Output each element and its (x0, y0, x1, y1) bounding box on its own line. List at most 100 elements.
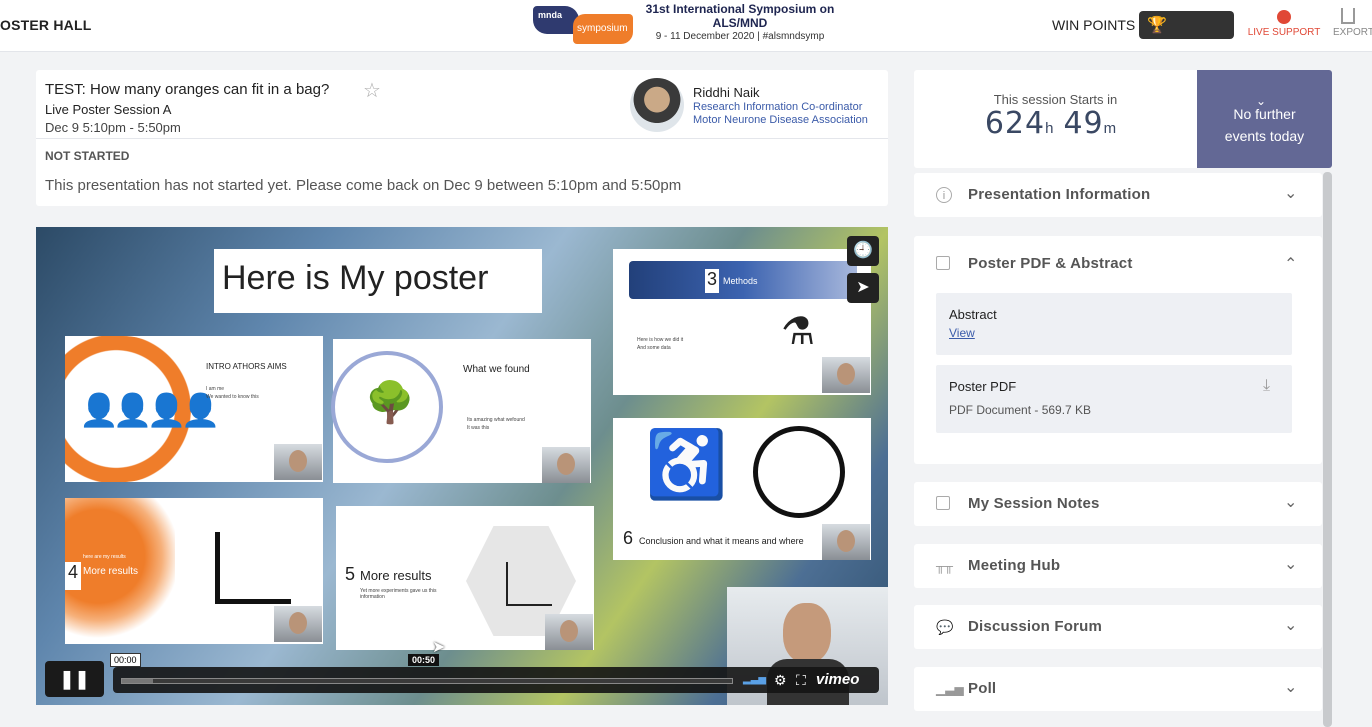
people-icon: 👤👤👤👤 (79, 392, 220, 428)
slide-conclusion-title: Conclusion and what it means and where (639, 536, 804, 546)
chevron-down-icon: ⌄ (1284, 556, 1298, 573)
slide-camera (274, 606, 322, 642)
chevron-up-icon: ⌃ (1284, 256, 1298, 273)
speaker-role-line-1: Research Information Co-ordinator (693, 101, 863, 113)
accordion-meeting-hub[interactable]: ╥╥ Meeting Hub ⌄ (914, 544, 1322, 588)
slide-intro-bullet-1: I am me (206, 386, 225, 392)
speaker-name[interactable]: Riddhi Naik (693, 85, 759, 100)
slide-camera (542, 447, 590, 483)
status-label: NOT STARTED (45, 149, 130, 163)
line-chart-icon (215, 532, 291, 604)
favorite-star-icon[interactable]: ☆ (363, 78, 381, 103)
progress-track[interactable] (121, 678, 733, 684)
slide-methods-bullet-2: And some data (637, 345, 671, 351)
export-button[interactable]: EXPORT (1333, 8, 1372, 38)
abstract-title: Abstract (949, 307, 997, 322)
accordion-poll[interactable]: ▁▃▅ Poll ⌄ (914, 667, 1322, 711)
note-icon (936, 256, 950, 270)
points-display[interactable]: 🏆 (1139, 11, 1234, 39)
slide-more-bullet-1: Yet more experiments gave us this inform… (360, 588, 437, 600)
session-time: Dec 9 5:10pm - 5:50pm (45, 120, 181, 135)
abstract-card: Abstract View (936, 293, 1292, 355)
accordion-presentation-info[interactable]: i Presentation Information ⌄ (914, 173, 1322, 217)
slide-intro-bullet-2: We wanted to know this (206, 394, 259, 400)
download-icon[interactable]: ⤓ (1263, 377, 1270, 395)
bar-chart-icon: ▁▃▅ (936, 682, 964, 696)
slide-methods: 3 Methods Here is how we did it And some… (613, 249, 871, 395)
symposium-logo-orange: symposium (573, 14, 633, 44)
pause-button[interactable]: ❚❚ (45, 661, 104, 697)
accordion-label: Presentation Information (968, 186, 1151, 203)
accordion-poster-pdf-header[interactable]: Poster PDF & Abstract ⌃ (914, 236, 1322, 290)
fullscreen-icon[interactable]: ⛶ (796, 672, 806, 689)
accordion-session-notes[interactable]: My Session Notes ⌄ (914, 482, 1322, 526)
slide-camera (274, 444, 322, 480)
slide-results-small: here are my results (83, 554, 126, 560)
status-message: This presentation has not started yet. P… (45, 177, 682, 194)
symposium-dates: 9 - 11 December 2020 | #alsmndsymp (655, 31, 825, 42)
accordion-discussion-forum[interactable]: 💬 Discussion Forum ⌄ (914, 605, 1322, 649)
slide-camera (545, 614, 593, 650)
poster-title: Here is My poster (214, 249, 542, 313)
globe-icon (753, 426, 845, 518)
chevron-down-icon: ⌄ (1284, 185, 1298, 202)
poster-hall-nav[interactable]: OSTER HALL (0, 17, 91, 33)
speaker-role: Research Information Co-ordinator Motor … (693, 101, 868, 127)
slide-conclusion: ♿ 6 Conclusion and what it means and whe… (613, 418, 871, 560)
trophy-icon: 🏆 (1147, 17, 1167, 34)
share-video-button[interactable]: ➤ (847, 273, 879, 303)
accordion-label: Discussion Forum (968, 618, 1103, 635)
tree-icon: 🌳 (365, 381, 415, 425)
slide-results-number: 4 (65, 562, 81, 590)
slide-found-bullet-2: It was this (467, 425, 490, 431)
bar-chart-icon (506, 562, 552, 606)
chevron-down-icon: ⌄ (1256, 94, 1267, 108)
video-controls: ❚❚ 00:00 00:50 ▂▃▅ ⚙ ⛶ vimeo (36, 653, 888, 705)
symposium-title: 31st International Symposium on ALS/MND (645, 2, 835, 30)
current-time: 00:00 (110, 653, 141, 667)
live-support-label: LIVE SUPPORT (1247, 27, 1321, 38)
vimeo-logo[interactable]: vimeo (816, 671, 859, 688)
quality-icon[interactable]: ▂▃▅ (743, 674, 766, 685)
meeting-table-icon: ╥╥ (936, 559, 954, 573)
speaker-avatar[interactable] (630, 78, 684, 132)
abstract-view-link[interactable]: View (949, 326, 975, 340)
watch-later-button[interactable]: 🕘 (847, 236, 879, 266)
upcoming-events-toggle[interactable]: ⌄ No further events today (1197, 70, 1332, 168)
countdown-label: This session Starts in (993, 92, 1118, 107)
session-subtitle: Live Poster Session A (45, 102, 172, 117)
slide-intro: 👤👤👤👤 INTRO ATHORS AIMS I am me We wanted… (65, 336, 323, 482)
session-info-card: TEST: How many oranges can fit in a bag?… (36, 70, 888, 206)
accordion-label: Meeting Hub (968, 557, 1061, 574)
chevron-down-icon: ⌄ (1284, 679, 1298, 696)
countdown-hours: 624 (984, 106, 1046, 141)
share-icon (1341, 8, 1355, 24)
live-support-button[interactable]: LIVE SUPPORT (1246, 10, 1322, 38)
slide-found-bullet-1: Its amazing what wefound (467, 417, 525, 423)
slide-methods-number: 3 (705, 269, 719, 293)
slide-found: 🌳 What we found Its amazing what wefound… (331, 339, 591, 483)
note-icon (936, 496, 950, 510)
sidebar-scrollbar[interactable] (1323, 172, 1332, 727)
win-points-label: WIN POINTS (1052, 17, 1136, 33)
slide-more-results: 5 More results Yet more experiments gave… (336, 506, 594, 650)
accordion-label: My Session Notes (968, 495, 1100, 512)
settings-gear-icon[interactable]: ⚙ (774, 672, 787, 689)
session-title: TEST: How many oranges can fit in a bag? (45, 81, 330, 98)
countdown-minutes-unit: m (1103, 120, 1117, 137)
accordion-label: Poll (968, 680, 997, 697)
slide-results-title: More results (83, 566, 139, 577)
export-label: EXPORT (1333, 27, 1372, 38)
video-player[interactable]: Here is My poster 👤👤👤👤 INTRO ATHORS AIMS… (36, 227, 888, 705)
slide-conclusion-number: 6 (623, 528, 634, 548)
pdf-title: Poster PDF (949, 379, 1017, 394)
top-bar: OSTER HALL mnda symposium 31st Internati… (0, 0, 1372, 52)
info-icon: i (936, 187, 952, 203)
slide-methods-bullet-1: Here is how we did it (637, 337, 684, 343)
wheelchair-icon: ♿ (645, 427, 728, 501)
presenter-head (783, 603, 831, 663)
chevron-down-icon: ⌄ (1284, 617, 1298, 634)
slide-camera (822, 524, 870, 560)
poster-pdf-card[interactable]: Poster PDF PDF Document - 569.7 KB ⤓ (936, 365, 1292, 433)
mouse-cursor-icon: ➤ (432, 639, 446, 656)
